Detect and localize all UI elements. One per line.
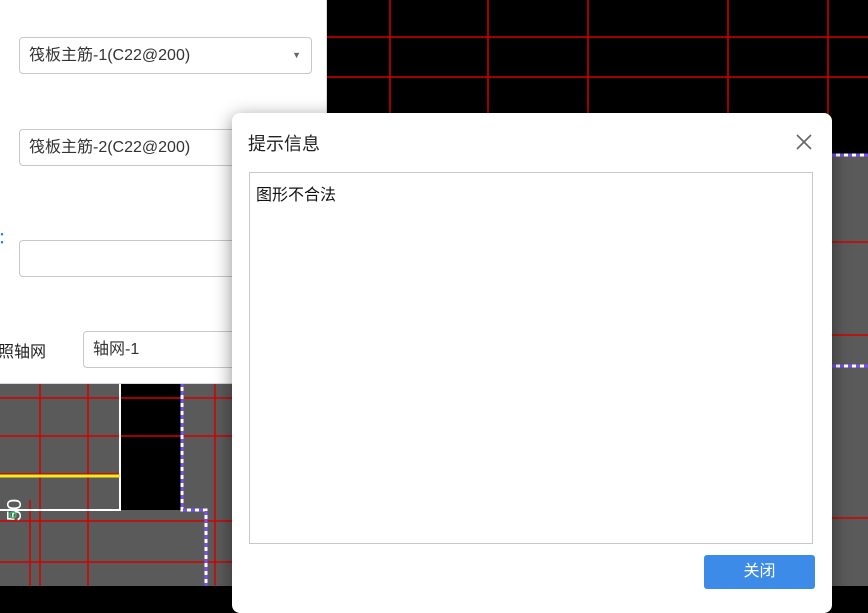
close-icon[interactable] [792, 130, 816, 154]
message-dialog: 提示信息 图形不合法 关闭 [232, 113, 832, 613]
rebar2-value: 筏板主筋-2(C22@200) [29, 139, 191, 156]
rebar1-select[interactable]: 筏板主筋-1(C22@200) ▼ [19, 37, 312, 74]
axis-value: 轴网-1 [93, 341, 140, 358]
cut-label-fragment: ： [0, 224, 14, 248]
rebar1-value: 筏板主筋-1(C22@200) [29, 47, 191, 64]
message-textarea[interactable]: 图形不合法 [249, 172, 813, 544]
close-button[interactable]: 关闭 [704, 555, 815, 589]
message-text: 图形不合法 [256, 187, 337, 204]
caret-down-icon: ▼ [292, 50, 301, 60]
dialog-title: 提示信息 [248, 134, 320, 154]
slab-region-right [832, 155, 868, 586]
ref-axis-label: 照轴网 [0, 344, 47, 361]
